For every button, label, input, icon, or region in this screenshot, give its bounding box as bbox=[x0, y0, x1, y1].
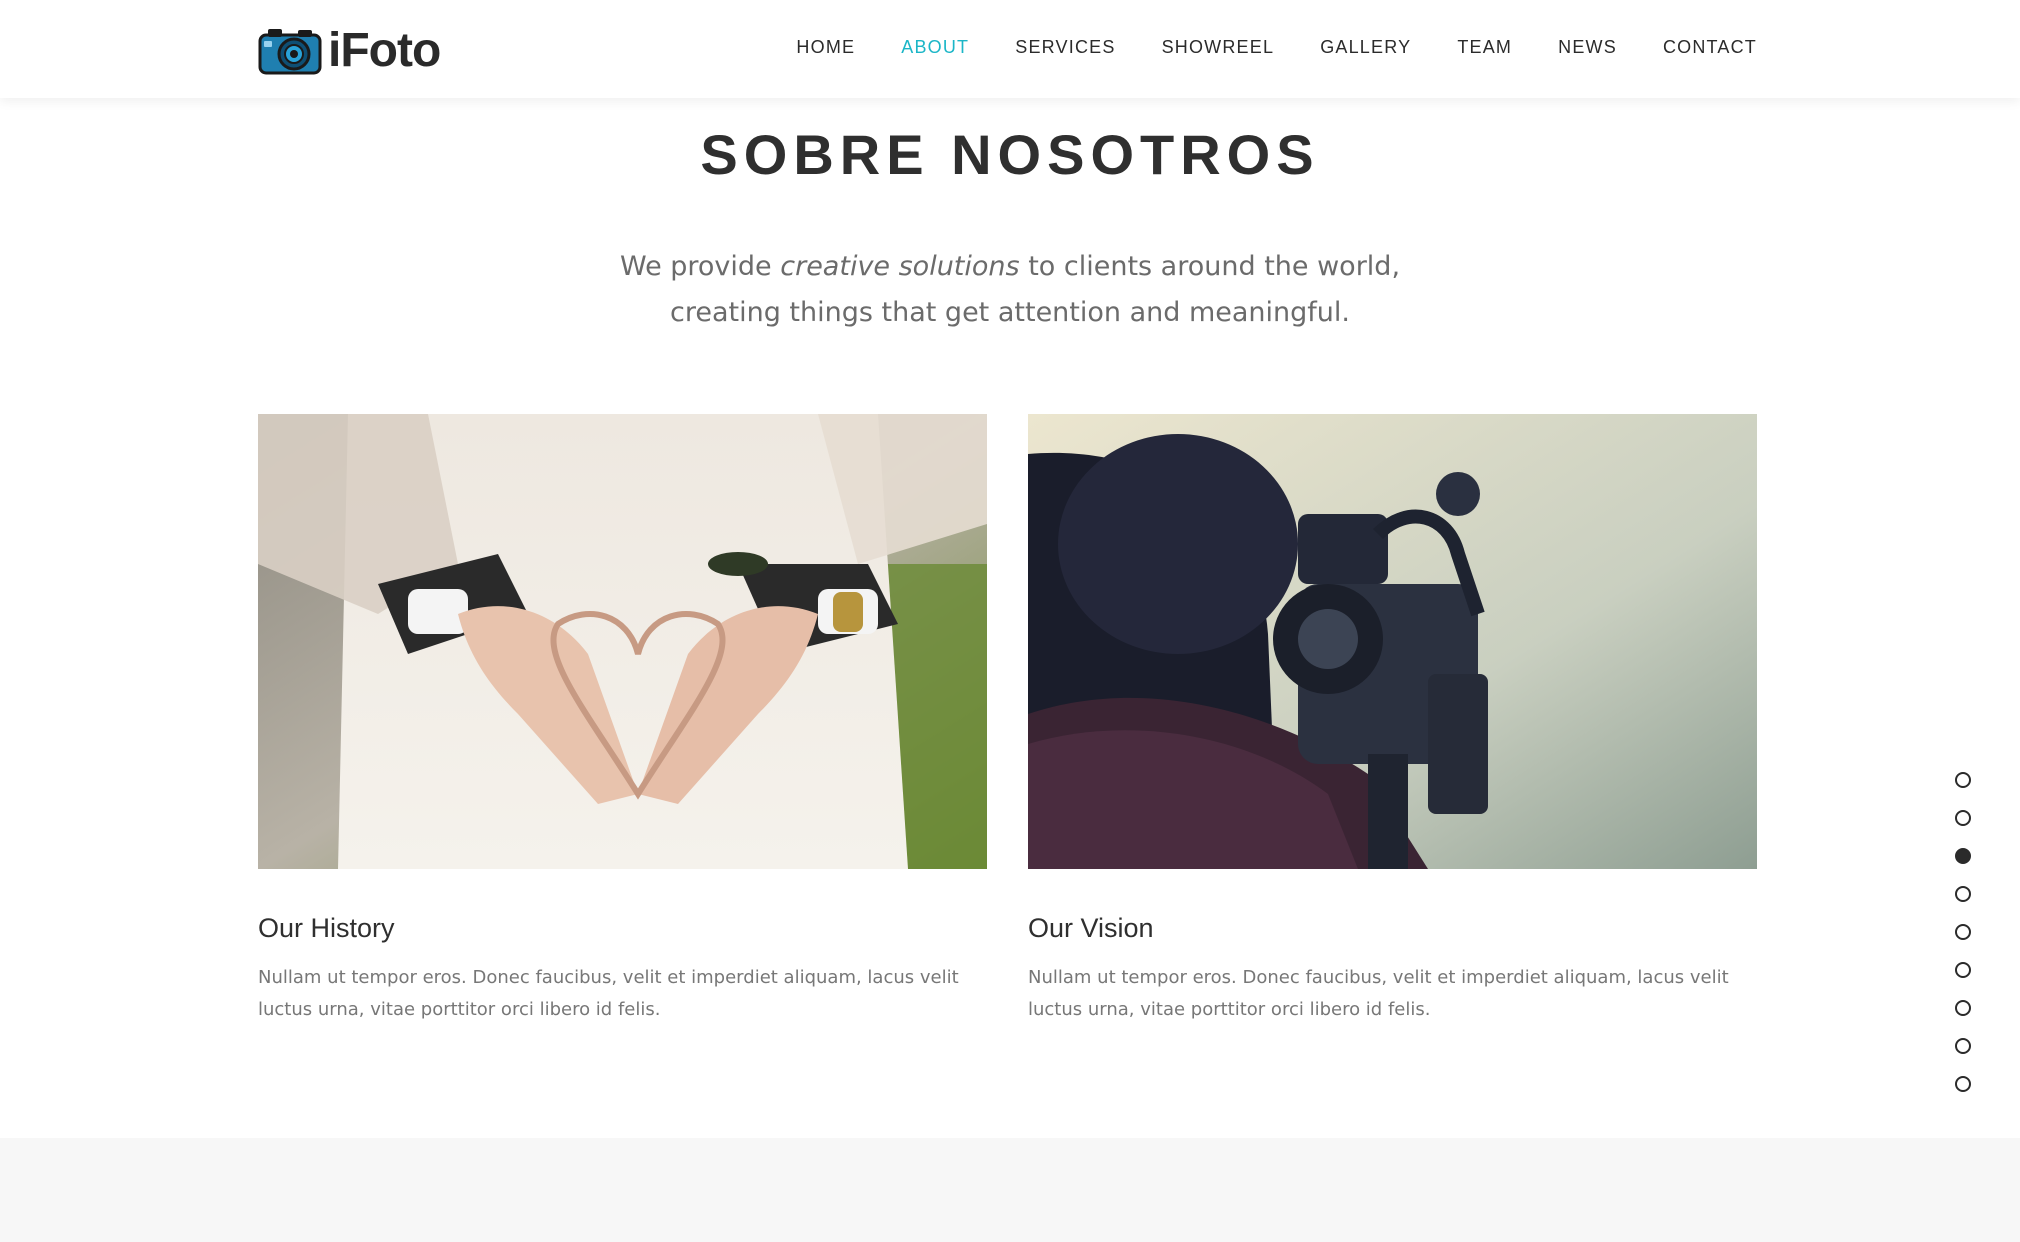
history-card: Our History Nullam ut tempor eros. Donec… bbox=[258, 414, 987, 1026]
dot-nav-9[interactable] bbox=[1955, 1076, 1971, 1092]
history-title: Our History bbox=[258, 913, 395, 943]
lead-text-end: to clients around the world, bbox=[1019, 251, 1401, 282]
dot-nav-3[interactable] bbox=[1955, 848, 1971, 864]
dot-nav-8[interactable] bbox=[1955, 1038, 1971, 1054]
logo-text: iFoto bbox=[328, 24, 441, 77]
dot-nav-2[interactable] bbox=[1955, 810, 1971, 826]
site-header: iFoto HOME ABOUT SERVICES SHOWREEL GALLE… bbox=[0, 0, 2020, 98]
section-dot-nav bbox=[1955, 772, 1975, 1114]
dot-nav-1[interactable] bbox=[1955, 772, 1971, 788]
camera-icon bbox=[258, 29, 322, 75]
nav-gallery[interactable]: GALLERY bbox=[1320, 32, 1411, 62]
nav-news[interactable]: NEWS bbox=[1558, 32, 1617, 62]
main-nav: HOME ABOUT SERVICES SHOWREEL GALLERY TEA… bbox=[750, 32, 1757, 62]
lead-line-2: creating things that get attention and m… bbox=[669, 297, 1350, 328]
nav-services[interactable]: SERVICES bbox=[1015, 32, 1115, 62]
vision-text: Nullam ut tempor eros. Donec faucibus, v… bbox=[1028, 967, 1729, 1020]
section-title: SOBRE NOSOTROS bbox=[700, 123, 1320, 186]
nav-showreel[interactable]: SHOWREEL bbox=[1162, 32, 1275, 62]
wedding-hands-heart-image bbox=[258, 414, 987, 869]
vision-title: Our Vision bbox=[1028, 913, 1154, 943]
dot-nav-5[interactable] bbox=[1955, 924, 1971, 940]
vision-card: Our Vision Nullam ut tempor eros. Donec … bbox=[1028, 414, 1757, 1026]
nav-team[interactable]: TEAM bbox=[1457, 32, 1512, 62]
logo[interactable]: iFoto bbox=[258, 24, 441, 77]
next-section-band bbox=[0, 1138, 2020, 1242]
dot-nav-4[interactable] bbox=[1955, 886, 1971, 902]
nav-contact[interactable]: CONTACT bbox=[1663, 32, 1757, 62]
lead-emphasis: creative solutions bbox=[780, 251, 1020, 282]
nav-home[interactable]: HOME bbox=[796, 32, 855, 62]
nav-about[interactable]: ABOUT bbox=[901, 32, 969, 62]
section-lead: We provide creative solutions to clients… bbox=[0, 244, 2020, 336]
lead-text-start: We provide bbox=[619, 251, 781, 282]
videographer-camera-image bbox=[1028, 414, 1757, 869]
dot-nav-6[interactable] bbox=[1955, 962, 1971, 978]
dot-nav-7[interactable] bbox=[1955, 1000, 1971, 1016]
history-text: Nullam ut tempor eros. Donec faucibus, v… bbox=[258, 967, 959, 1020]
